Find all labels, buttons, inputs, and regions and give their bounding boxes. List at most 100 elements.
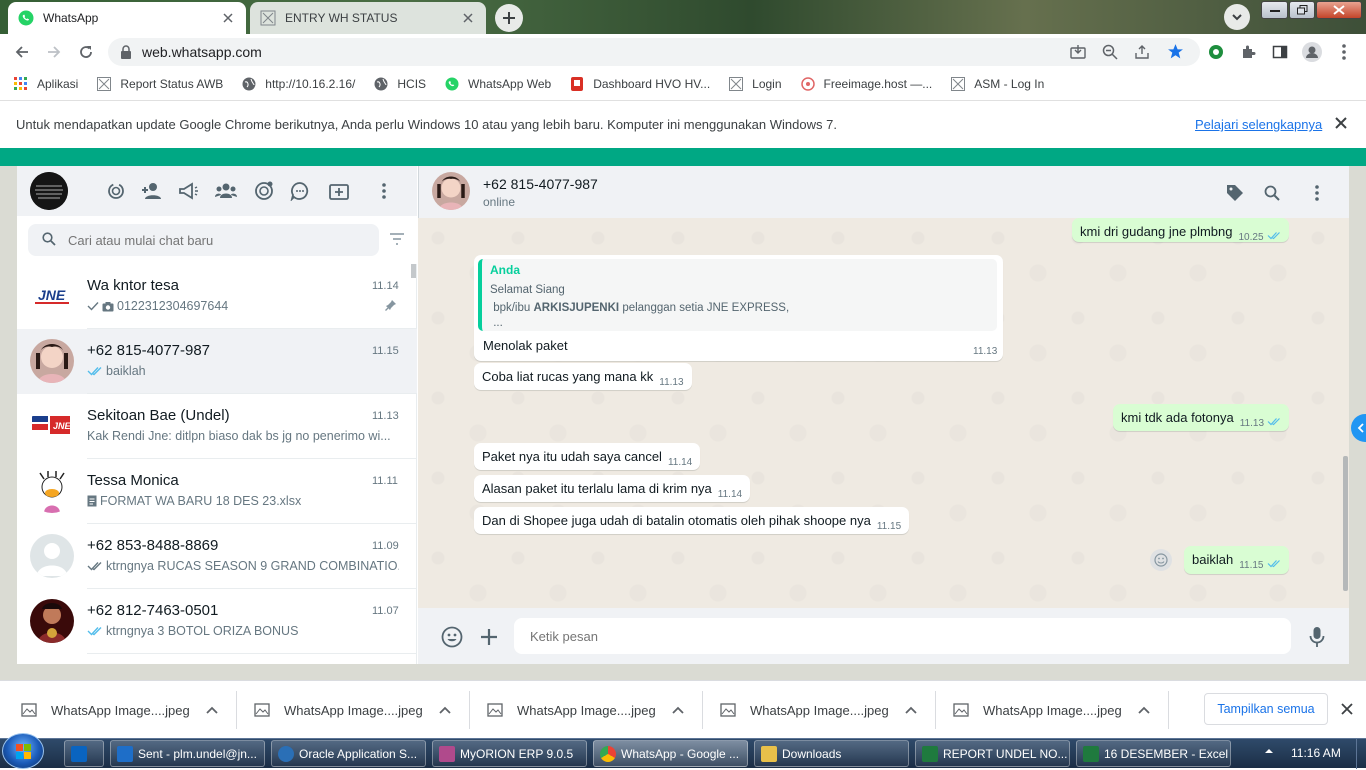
taskbar-item[interactable]: MyORION ERP 9.0.5	[432, 740, 587, 767]
taskbar-item[interactable]: REPORT UNDEL NO...	[915, 740, 1070, 767]
conversation-header[interactable]: +62 815-4077-987 online	[418, 166, 1349, 218]
chat-item[interactable]: Tessa Monica 11.11 FORMAT WA BARU 18 DES…	[17, 459, 417, 524]
start-button[interactable]	[2, 733, 44, 769]
label-tag-icon[interactable]	[1224, 182, 1246, 204]
chat-list-scrollbar[interactable]	[411, 264, 416, 278]
forward-icon[interactable]	[43, 41, 65, 63]
clock[interactable]: 11:16 AM	[1291, 746, 1341, 760]
download-item[interactable]: WhatsApp Image....jpeg	[254, 695, 451, 725]
contact-avatar[interactable]	[432, 172, 470, 210]
bookmark-dashboard-hvo[interactable]: Dashboard HVO HV...	[569, 76, 710, 92]
chevron-up-icon[interactable]	[672, 706, 684, 714]
minimize-window-button[interactable]	[1261, 1, 1288, 19]
back-icon[interactable]	[11, 41, 33, 63]
bookmark-freeimage[interactable]: Freeimage.host —...	[800, 76, 932, 92]
tab-entry-wh-status[interactable]: ENTRY WH STATUS	[250, 2, 486, 34]
chat-item[interactable]: JNE Sekitoan Bae (Undel) 11.13 Kak Rendi…	[17, 394, 417, 459]
message-outgoing[interactable]: baiklah 11.15	[1184, 546, 1289, 574]
download-item[interactable]: WhatsApp Image....jpeg	[487, 695, 684, 725]
conversation-scrollbar[interactable]	[1343, 456, 1348, 591]
chat-item[interactable]	[17, 654, 417, 664]
close-window-button[interactable]	[1316, 1, 1362, 19]
channels-icon[interactable]	[253, 180, 275, 202]
chat-item-active[interactable]: +62 815-4077-987 11.15 baiklah	[17, 329, 417, 394]
status-icon[interactable]	[105, 180, 127, 202]
bookmark-asm-login[interactable]: ASM - Log In	[950, 76, 1044, 92]
message-time: 11.15	[1239, 560, 1264, 571]
chat-item[interactable]: +62 853-8488-8869 11.09 ktrngnya RUCAS S…	[17, 524, 417, 589]
chevron-up-icon[interactable]	[905, 706, 917, 714]
message-outgoing[interactable]: kmi dri gudang jne plmbng 10.25	[1072, 218, 1289, 243]
download-item[interactable]: WhatsApp Image....jpeg	[720, 695, 917, 725]
search-input[interactable]	[68, 232, 348, 248]
extensions-puzzle-icon[interactable]	[1237, 41, 1259, 63]
close-tab-icon[interactable]	[220, 10, 236, 26]
chrome-menu-icon[interactable]	[1333, 41, 1355, 63]
close-tab-icon[interactable]	[460, 10, 476, 26]
profile-avatar-icon[interactable]	[1301, 41, 1323, 63]
message-input[interactable]	[514, 618, 1291, 654]
search-box[interactable]	[28, 224, 379, 256]
emoji-icon[interactable]	[440, 625, 464, 649]
communities-icon[interactable]	[215, 180, 237, 202]
sidebar-menu-icon[interactable]	[373, 180, 395, 202]
add-contact-icon[interactable]	[141, 180, 163, 202]
download-item[interactable]: WhatsApp Image....jpeg	[953, 695, 1150, 725]
side-panel-icon[interactable]	[1269, 41, 1291, 63]
chat-menu-icon[interactable]	[1306, 182, 1328, 204]
chat-item[interactable]: +62 812-7463-0501 11.07 ktrngnya 3 BOTOL…	[17, 589, 417, 654]
bookmark-star-icon[interactable]	[1167, 43, 1184, 60]
show-all-downloads-button[interactable]: Tampilkan semua	[1204, 693, 1328, 725]
bookmark-whatsapp-web[interactable]: WhatsApp Web	[444, 76, 551, 92]
show-desktop-button[interactable]	[1356, 739, 1366, 769]
address-bar[interactable]: web.whatsapp.com	[108, 38, 1200, 66]
my-profile-avatar[interactable]	[30, 172, 68, 210]
react-emoji-icon[interactable]	[1150, 549, 1172, 571]
maximize-window-button[interactable]	[1289, 1, 1315, 19]
show-hidden-icons-icon[interactable]	[1264, 748, 1274, 754]
bookmark-report-status-awb[interactable]: Report Status AWB	[96, 76, 223, 92]
bookmark-login[interactable]: Login	[728, 76, 782, 92]
announcement-megaphone-icon[interactable]	[177, 180, 199, 202]
zoom-icon[interactable]	[1102, 44, 1118, 60]
taskbar-outlook[interactable]	[64, 740, 104, 767]
download-item[interactable]: WhatsApp Image....jpeg	[21, 695, 218, 725]
taskbar-item[interactable]: Downloads	[754, 740, 909, 767]
quoted-message[interactable]: Anda Selamat Siang bpk/ibu ARKISJUPENKI …	[478, 259, 997, 331]
reload-icon[interactable]	[75, 41, 97, 63]
attach-plus-icon[interactable]	[477, 625, 501, 649]
chevron-up-icon[interactable]	[439, 706, 451, 714]
close-download-shelf-icon[interactable]	[1341, 703, 1353, 715]
taskbar-item[interactable]: Oracle Application S...	[271, 740, 426, 767]
new-tab-button[interactable]	[495, 4, 523, 32]
taskbar-item[interactable]: Sent - plm.undel@jn...	[110, 740, 265, 767]
extension-green-icon[interactable]	[1205, 41, 1227, 63]
message-incoming[interactable]: Coba liat rucas yang mana kk 11.13	[474, 363, 692, 390]
chevron-up-icon[interactable]	[1138, 706, 1150, 714]
message-incoming[interactable]: Alasan paket itu terlalu lama di krim ny…	[474, 475, 751, 502]
chevron-up-icon[interactable]	[206, 706, 218, 714]
message-outgoing[interactable]: kmi tdk ada fotonya 11.13	[1113, 404, 1290, 431]
message-incoming[interactable]: Paket nya itu udah saya cancel 11.14	[474, 443, 701, 470]
bookmark-ip-address[interactable]: http://10.16.2.16/	[241, 76, 355, 92]
learn-more-link[interactable]: Pelajari selengkapnya	[1195, 117, 1322, 132]
microphone-icon[interactable]	[1305, 625, 1329, 649]
close-infobar-icon[interactable]	[1335, 117, 1347, 129]
tab-whatsapp[interactable]: WhatsApp	[8, 2, 246, 34]
search-in-chat-icon[interactable]	[1261, 182, 1283, 204]
bookmark-hcis[interactable]: HCIS	[373, 76, 426, 92]
message-incoming[interactable]: Dan di Shopee juga udah di batalin otoma…	[474, 507, 910, 534]
chat-item[interactable]: JNE Wa kntor tesa 11.14 0122312304697644	[17, 264, 417, 329]
taskbar-item-active[interactable]: WhatsApp - Google ...	[593, 740, 748, 767]
filter-icon[interactable]	[389, 233, 405, 245]
install-app-icon[interactable]	[1070, 44, 1086, 60]
bookmark-apps[interactable]: Aplikasi	[13, 76, 78, 92]
lock-icon[interactable]	[120, 45, 132, 59]
share-icon[interactable]	[1134, 44, 1150, 60]
download-filename: WhatsApp Image....jpeg	[284, 702, 423, 718]
message-incoming-reply[interactable]: Anda Selamat Siang bpk/ibu ARKISJUPENKI …	[474, 255, 1003, 361]
new-chat-bubble-icon[interactable]	[289, 180, 311, 202]
new-group-icon[interactable]	[328, 180, 350, 202]
tab-search-button[interactable]	[1224, 4, 1250, 30]
taskbar-item[interactable]: 16 DESEMBER - Excel	[1076, 740, 1231, 767]
